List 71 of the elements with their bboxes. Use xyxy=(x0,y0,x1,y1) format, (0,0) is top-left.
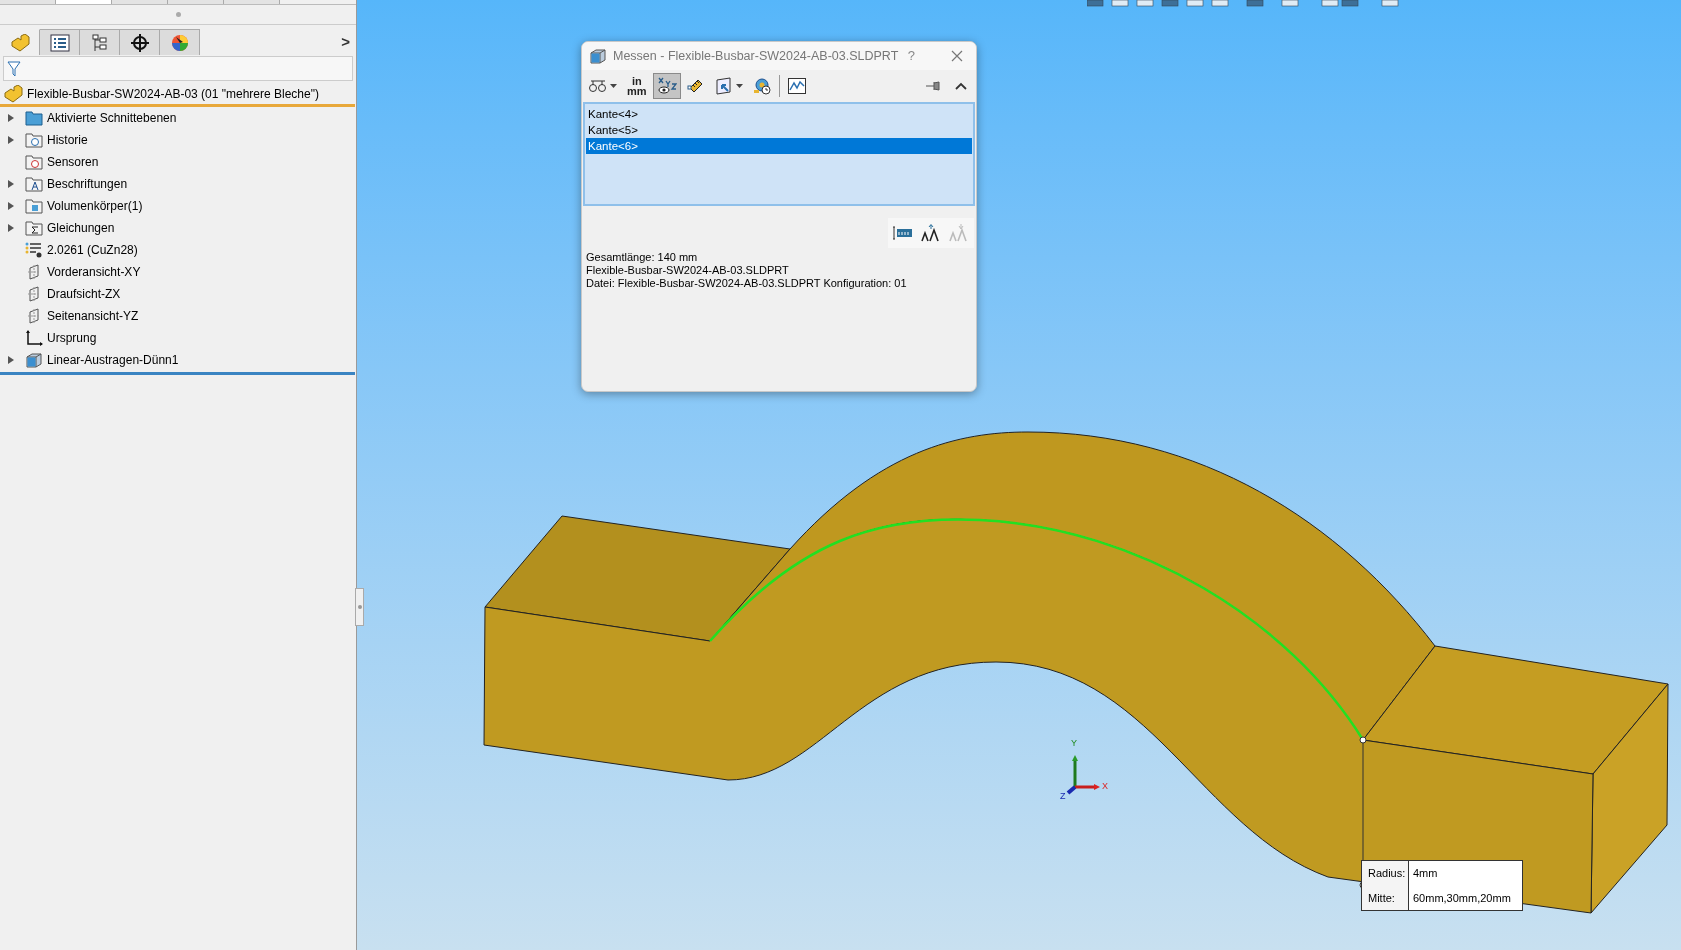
expand-arrow-icon[interactable] xyxy=(8,202,14,210)
material-icon xyxy=(25,242,43,258)
tree-item[interactable]: Sensoren xyxy=(0,151,356,173)
folder-icon xyxy=(25,110,43,126)
tree-item[interactable]: Gleichungen xyxy=(0,217,356,239)
extrude-icon xyxy=(589,48,607,64)
toolbar-button[interactable] xyxy=(652,73,681,99)
crosshair-icon xyxy=(130,33,149,52)
dropdown-caret-icon xyxy=(735,84,743,88)
measurement-result: Datei: Flexible-Busbar-SW2024-AB-03.SLDPRT Konfiguration: 01 xyxy=(586,277,908,290)
callout-label: Radius: xyxy=(1368,866,1407,881)
expand-arrow-icon[interactable] xyxy=(8,136,14,144)
selection-list[interactable]: Kante<4> Kante<5> Kante<6> xyxy=(583,102,975,206)
arc-length-icon xyxy=(589,79,607,93)
extrude-icon xyxy=(25,352,43,368)
tree-item[interactable]: Aktivierte Schnittebenen xyxy=(0,107,356,129)
measurement-result: Flexible-Busbar-SW2024-AB-03.SLDPRT xyxy=(586,264,790,277)
more-tabs-arrow[interactable]: > xyxy=(341,30,350,54)
collapse-icon[interactable] xyxy=(955,82,967,90)
part-name[interactable]: Flexible-Busbar-SW2024-AB-03 (01 "mehrere Bleche") xyxy=(27,85,319,103)
tape-measure-clock-icon xyxy=(752,77,771,95)
tree-item[interactable]: Ursprung xyxy=(0,327,356,349)
expand-arrow-icon[interactable] xyxy=(8,356,14,364)
part-icon xyxy=(9,33,30,52)
filter-icon xyxy=(7,60,21,77)
callout-value: 4mm xyxy=(1413,866,1439,881)
tree-item[interactable]: Draufsicht-ZX xyxy=(0,283,356,305)
history-folder-icon xyxy=(25,132,43,148)
selection-item[interactable]: Kante<5> xyxy=(586,122,972,138)
annotation-folder-icon xyxy=(25,176,43,192)
list-icon xyxy=(49,33,70,52)
panel-collapse-handle[interactable] xyxy=(355,588,364,626)
tree-item[interactable]: Volumenkörper(1) xyxy=(0,195,356,217)
sigma-folder-icon xyxy=(25,220,43,236)
dialog-title: Messen - Flexible-Busbar-SW2024-AB-03.SLDPRT xyxy=(613,47,899,65)
tree-item[interactable]: Vorderansicht-XY xyxy=(0,261,356,283)
gauge-folder-icon xyxy=(25,154,43,170)
y-axis-label: Y xyxy=(1071,737,1077,750)
part-icon xyxy=(3,85,23,103)
filter-field[interactable] xyxy=(3,56,353,81)
z-axis-label: Z xyxy=(1060,790,1066,803)
font-increase-icon[interactable] xyxy=(921,224,941,242)
splitter-handle[interactable] xyxy=(175,12,181,17)
tree-item[interactable]: 2.0261 (CuZn28) xyxy=(0,239,356,261)
pin-icon[interactable] xyxy=(925,80,941,92)
callout-label: Mitte: xyxy=(1368,890,1396,906)
expand-arrow-icon[interactable] xyxy=(8,180,14,188)
graph-icon xyxy=(787,78,806,94)
dropdown-caret-icon xyxy=(610,84,617,88)
tree-icon xyxy=(91,33,108,52)
manager-tab[interactable] xyxy=(40,29,80,55)
projection-icon xyxy=(714,77,733,95)
expand-arrow-icon[interactable] xyxy=(8,114,14,122)
dimension-icon[interactable] xyxy=(893,226,913,240)
origin-icon xyxy=(25,330,43,346)
ruler-icon xyxy=(686,77,705,95)
close-icon[interactable] xyxy=(951,50,963,62)
eye-axes-icon xyxy=(656,77,677,95)
selection-item[interactable]: Kante<6> xyxy=(586,138,972,154)
solid-folder-icon xyxy=(25,198,43,214)
x-axis-label: X xyxy=(1102,780,1108,793)
measurement-result: Gesamtlänge: 140 mm xyxy=(586,251,699,264)
tree-item[interactable]: Linear-Austragen-Dünn1 xyxy=(0,349,356,371)
tree-item[interactable]: Beschriftungen xyxy=(0,173,356,195)
manager-tab[interactable] xyxy=(120,29,160,55)
callout-value: 60mm,30mm,20mm xyxy=(1413,890,1511,906)
expand-arrow-icon[interactable] xyxy=(8,224,14,232)
tree-item[interactable]: Historie xyxy=(0,129,356,151)
color-wheel-icon xyxy=(170,33,189,52)
selection-item[interactable]: Kante<4> xyxy=(586,106,972,122)
tree-item[interactable]: Seitenansicht-YZ xyxy=(0,305,356,327)
